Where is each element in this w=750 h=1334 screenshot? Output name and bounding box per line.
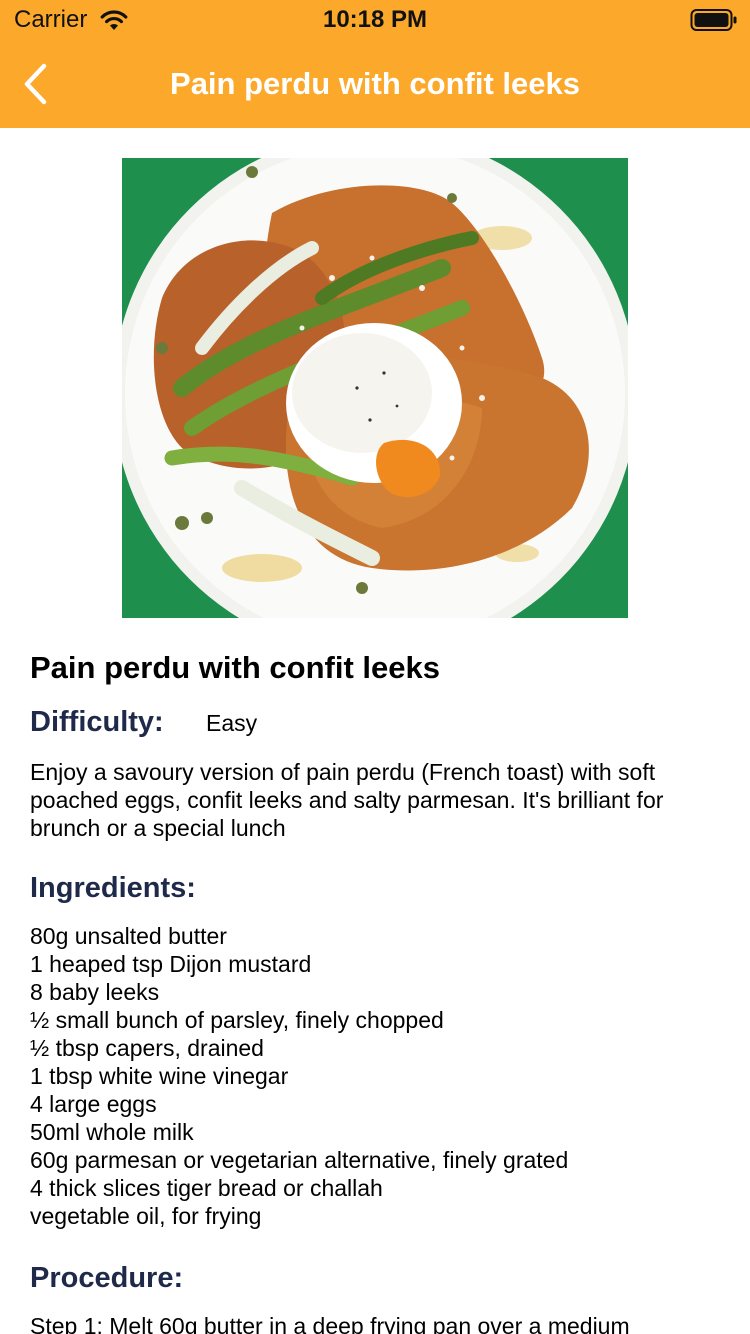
procedure-step: Step 1: Melt 60g butter in a deep frying… — [30, 1313, 630, 1334]
ingredients-heading: Ingredients: — [30, 872, 196, 904]
ingredients-list: 80g unsalted butter 1 heaped tsp Dijon m… — [30, 922, 720, 1230]
ingredient-item: 1 tbsp white wine vinegar — [30, 1063, 289, 1089]
difficulty-label: Difficulty: — [30, 706, 164, 738]
ingredient-item: 4 large eggs — [30, 1091, 157, 1117]
ingredient-item: 50ml whole milk — [30, 1119, 194, 1145]
nav-title: Pain perdu with confit leeks — [170, 66, 580, 101]
recipe-content[interactable]: Pain perdu with confit leeks Difficulty:… — [0, 128, 750, 1334]
procedure-heading: Procedure: — [30, 1262, 184, 1294]
recipe-image — [122, 158, 628, 618]
status-bar: Carrier 10:18 PM — [0, 0, 750, 40]
recipe-title: Pain perdu with confit leeks — [30, 650, 440, 685]
ingredient-item: vegetable oil, for frying — [30, 1203, 262, 1229]
back-button[interactable] — [10, 58, 60, 110]
chevron-left-icon — [24, 63, 47, 105]
ingredient-item: ½ tbsp capers, drained — [30, 1035, 264, 1061]
ingredient-item: 1 heaped tsp Dijon mustard — [30, 951, 312, 977]
battery-icon — [690, 9, 737, 31]
ingredient-item: 80g unsalted butter — [30, 923, 227, 949]
difficulty-value: Easy — [206, 710, 258, 736]
dish-photo — [122, 158, 628, 618]
top-bar: Carrier 10:18 PM Pain perdu with confit … — [0, 0, 750, 128]
status-time: 10:18 PM — [322, 6, 428, 33]
navigation-bar: Pain perdu with confit leeks — [0, 40, 750, 128]
ingredient-item: 4 thick slices tiger bread or challah — [30, 1175, 383, 1201]
recipe-description: Enjoy a savoury version of pain perdu (F… — [30, 759, 664, 841]
ingredient-item: 60g parmesan or vegetarian alternative, … — [30, 1147, 569, 1173]
recipe-detail-screen: Carrier 10:18 PM Pain perdu with confit … — [0, 0, 750, 1334]
ingredient-item: ½ small bunch of parsley, finely chopped — [30, 1007, 444, 1033]
ingredient-item: 8 baby leeks — [30, 979, 160, 1005]
